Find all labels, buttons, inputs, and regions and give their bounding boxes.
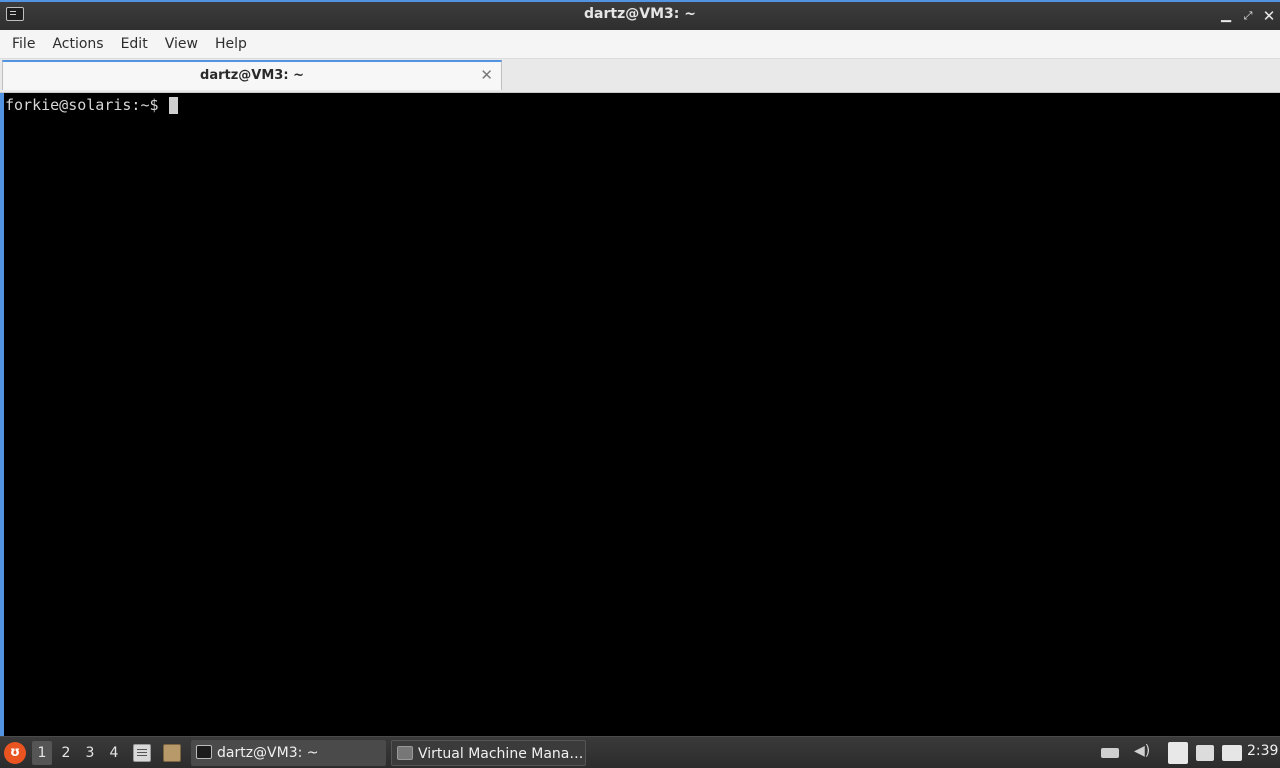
- task-terminal-label: dartz@VM3: ~: [217, 745, 319, 761]
- menu-edit[interactable]: Edit: [113, 32, 156, 56]
- tab-bar: dartz@VM3: ~ ✕: [0, 59, 1280, 93]
- task-virtual-machine-manager[interactable]: Virtual Machine Mana…: [391, 740, 586, 766]
- menu-view[interactable]: View: [157, 32, 206, 56]
- terminal-area[interactable]: forkie@solaris:~$: [0, 93, 1280, 736]
- network-icon[interactable]: [1101, 748, 1119, 758]
- task-vmm-label: Virtual Machine Mana…: [418, 746, 584, 762]
- text-cursor: [168, 96, 178, 114]
- task-terminal[interactable]: dartz@VM3: ~: [191, 740, 386, 766]
- clock[interactable]: 2:39: [1247, 743, 1278, 759]
- close-button[interactable]: ✕: [1261, 8, 1277, 24]
- workspace-3[interactable]: 3: [80, 741, 100, 765]
- clipboard-icon[interactable]: [1168, 742, 1188, 764]
- workspace-4[interactable]: 4: [104, 741, 124, 765]
- terminal-tab[interactable]: dartz@VM3: ~ ✕: [2, 60, 502, 90]
- prompt-line: forkie@solaris:~$: [5, 96, 1280, 114]
- menubar: File Actions Edit View Help: [0, 30, 1280, 59]
- window-title: dartz@VM3: ~: [584, 6, 696, 22]
- search-icon[interactable]: [1196, 745, 1214, 761]
- start-menu-icon[interactable]: ʊ: [4, 742, 26, 764]
- terminal-icon: [196, 745, 212, 759]
- tab-label: dartz@VM3: ~: [200, 68, 304, 83]
- text-editor-launcher-icon[interactable]: [133, 744, 151, 762]
- tab-close-icon[interactable]: ✕: [480, 66, 493, 84]
- window-titlebar[interactable]: dartz@VM3: ~ ▁ ⤢ ✕: [0, 0, 1280, 30]
- file-manager-launcher-icon[interactable]: [163, 744, 181, 762]
- menu-file[interactable]: File: [4, 32, 43, 56]
- virt-manager-icon: [397, 746, 413, 760]
- taskbar: ʊ 1 2 3 4 dartz@VM3: ~ Virtual Machine M…: [0, 736, 1280, 768]
- workspace-1[interactable]: 1: [32, 741, 52, 765]
- menu-actions[interactable]: Actions: [44, 32, 111, 56]
- minimize-button[interactable]: ▁: [1218, 8, 1234, 24]
- workspace-2[interactable]: 2: [56, 741, 76, 765]
- menu-help[interactable]: Help: [207, 32, 255, 56]
- volume-icon[interactable]: ◀): [1134, 743, 1152, 759]
- keyboard-layout-icon[interactable]: [1222, 745, 1242, 761]
- shell-prompt: forkie@solaris:~$: [5, 96, 159, 114]
- maximize-button[interactable]: ⤢: [1240, 8, 1256, 24]
